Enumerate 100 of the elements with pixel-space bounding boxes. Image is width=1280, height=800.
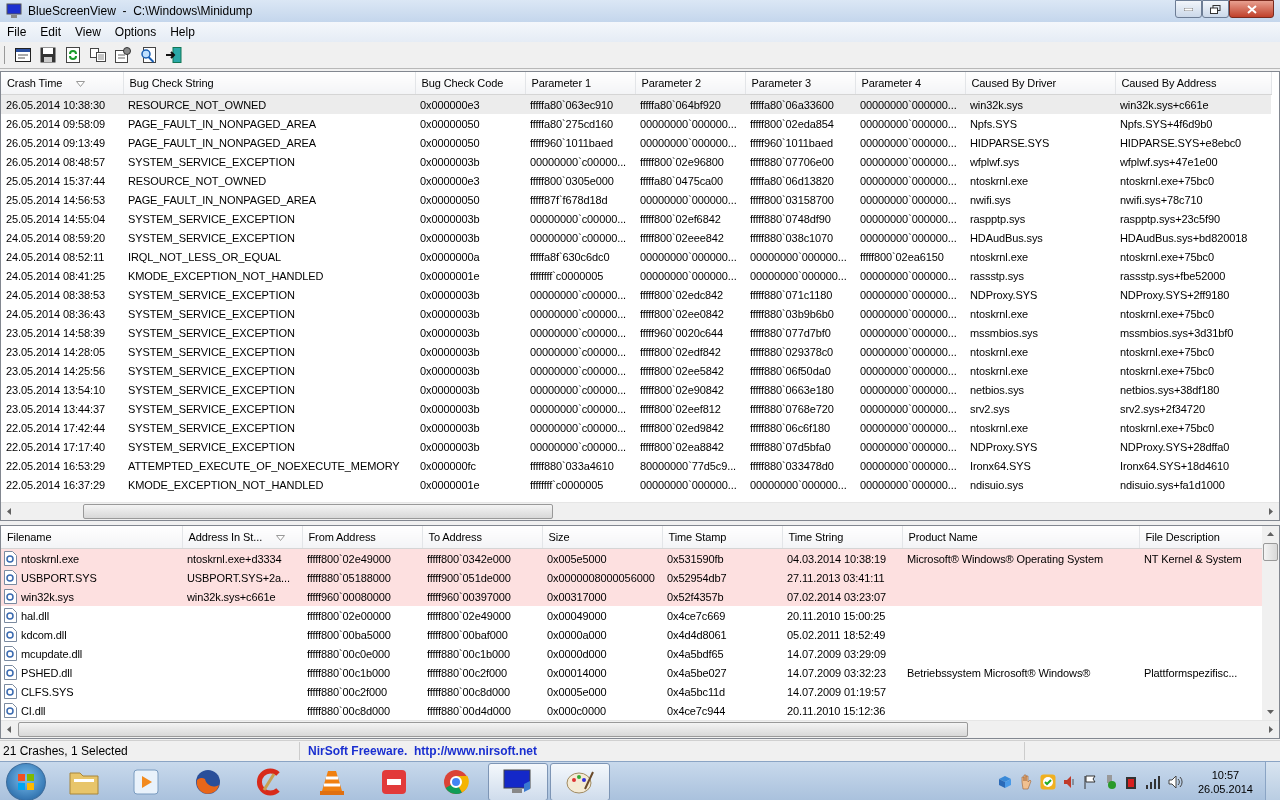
column-header[interactable]: Caused By Driver <box>965 72 1115 95</box>
table-cell-text: fffff800`02eee842 <box>639 230 725 246</box>
table-cell: win32k.sys <box>965 94 1115 114</box>
column-header[interactable]: To Address <box>422 526 542 549</box>
table-cell: Npfs.SYS <box>965 114 1115 133</box>
palette-icon <box>565 769 595 795</box>
table-row[interactable]: PSHED.dll fffff880`00c1b000 fffff880`00c2f000 0x00014000 0x4a5be027 14.07.2009 03:32:23 Betriebssystem Microsoft® Windows® Plattformspezifisc... <box>1 663 1262 682</box>
column-header[interactable]: Time String <box>782 526 902 549</box>
column-header[interactable]: Parameter 1 <box>525 72 635 95</box>
close-button[interactable] <box>1229 0 1274 18</box>
table-row[interactable]: 24.05.2014 08:41:25 KMODE_EXCEPTION_NOT_HANDLED 0x0000001e ffffffff`c0000005 00000000`000000... 00000000`000000... 00000000`000000... rassstp.sys rassstp.sys+fbe52000 <box>1 266 1271 285</box>
table-row[interactable]: 22.05.2014 16:37:29 KMODE_EXCEPTION_NOT_HANDLED 0x0000001e ffffffff`c0000005 00000000`000000... 00000000`000000... 00000000`000000... ndisuio.sys ndisuio.sys+fa1d1000 <box>1 475 1271 494</box>
table-cell: 27.11.2013 03:41:11 <box>787 571 885 584</box>
table-cell-text: SYSTEM_SERVICE_EXCEPTION <box>127 401 296 417</box>
table-cell-text: 00000000`c00000... <box>529 344 628 360</box>
vertical-scrollbar[interactable] <box>1262 526 1279 720</box>
column-header[interactable]: Caused By Address <box>1115 72 1271 95</box>
table-cell-text: rassstp.sys+fbe52000 <box>1119 268 1227 284</box>
table-row[interactable]: 22.05.2014 17:42:44 SYSTEM_SERVICE_EXCEPTION 0x0000003b 00000000`c00000... fffff800`02ed9842 fffff880`06c6f180 00000000`000000... ntoskrnl.exe ntoskrnl.exe+75bc0 <box>1 418 1271 437</box>
table-row[interactable]: mcupdate.dll fffff880`00c0e000 fffff880`00c1b000 0x0000d000 0x4a5bdf65 14.07.2009 03:29:09 <box>1 644 1262 663</box>
taskbar-button[interactable] <box>550 763 610 800</box>
column-header[interactable]: From Address <box>302 526 422 549</box>
table-row[interactable]: 23.05.2014 14:25:56 SYSTEM_SERVICE_EXCEPTION 0x0000003b 00000000`c00000... fffff800`02ee5842 fffff880`06f50da0 00000000`000000... ntoskrnl.exe ntoskrnl.exe+75bc0 <box>1 361 1271 380</box>
table-cell-text: 00000000`000000... <box>859 344 958 360</box>
table-cell-text: 00000000`000000... <box>639 249 738 265</box>
minimize-button[interactable] <box>1175 0 1202 18</box>
column-header[interactable]: File Description <box>1139 526 1262 549</box>
scroll-thumb[interactable] <box>83 504 553 519</box>
table-row[interactable]: 23.05.2014 14:28:05 SYSTEM_SERVICE_EXCEPTION 0x0000003b 00000000`c00000... fffff800`02edf842 fffff880`029378c0 00000000`000000... ntoskrnl.exe ntoskrnl.exe+75bc0 <box>1 342 1271 361</box>
column-header[interactable]: Product Name <box>902 526 1139 549</box>
menu-item[interactable]: File <box>0 23 34 41</box>
table-cell-text: 00000000`000000... <box>859 306 958 322</box>
table-cell-text: ntoskrnl.exe <box>969 420 1030 436</box>
table-row[interactable]: 26.05.2014 10:38:30 RESOURCE_NOT_OWNED 0x000000e3 fffffa80`063ec910 fffffa80`064bf920 fffffa80`06a33600 00000000`000000... win32k.sys win32k.sys+c661e <box>1 94 1271 114</box>
table-cell-text: 25.05.2014 15:37:44 <box>5 173 107 189</box>
horizontal-scrollbar[interactable] <box>1 720 1279 738</box>
table-cell-text: fffff800`02ea8842 <box>639 439 725 455</box>
table-cell: 14.07.2009 03:29:09 <box>787 647 887 660</box>
table-row[interactable]: 24.05.2014 08:52:11 IRQL_NOT_LESS_OR_EQUAL 0x0000000a fffffa8f`630c6dc0 00000000`000000... 00000000`000000... fffff800`02ea6150 ntoskrnl.exe ntoskrnl.exe+75bc0 <box>1 247 1271 266</box>
table-row[interactable]: hal.dll fffff800`02e00000 fffff800`02e49000 0x00049000 0x4ce7c669 20.11.2010 15:00:25 <box>1 606 1262 625</box>
scroll-thumb[interactable] <box>1263 543 1278 561</box>
menu-item[interactable]: View <box>68 23 108 41</box>
column-header[interactable]: Size <box>542 526 662 549</box>
column-header[interactable]: Address In St... <box>182 526 302 549</box>
column-header[interactable]: Bug Check Code <box>415 72 525 95</box>
table-cell: 0x00049000 <box>547 609 607 622</box>
table-row[interactable]: 24.05.2014 08:38:53 SYSTEM_SERVICE_EXCEPTION 0x0000003b 00000000`c00000... fffff800`02edc842 fffff880`071c1180 00000000`000000... NDProxy.SYS NDProxy.SYS+2ff9180 <box>1 285 1271 304</box>
table-row[interactable]: 23.05.2014 14:58:39 SYSTEM_SERVICE_EXCEPTION 0x0000003b 00000000`c00000... fffff960`0020c644 fffff880`077d7bf0 00000000`000000... mssmbios.sys mssmbios.sys+3d31bf0 <box>1 323 1271 342</box>
table-row[interactable]: 22.05.2014 16:53:29 ATTEMPTED_EXECUTE_OF_NOEXECUTE_MEMORY 0x000000fc fffff880`033a4610 80000000`77d5c9... fffff880`033478d0 00000000`000000... Ironx64.SYS Ironx64.SYS+18d4610 <box>1 456 1271 475</box>
table-row[interactable]: kdcom.dll fffff800`00ba5000 fffff800`00baf000 0x0000a000 0x4d4d8061 05.02.2011 18:52:49 <box>1 625 1262 644</box>
table-cell-text: ATTEMPTED_EXECUTE_OF_NOEXECUTE_MEMORY <box>127 458 401 474</box>
menu-item[interactable]: Help <box>163 23 202 41</box>
table-row[interactable]: 25.05.2014 14:55:04 SYSTEM_SERVICE_EXCEPTION 0x0000003b 00000000`c00000... fffff800`02ef6842 fffff880`0748df90 00000000`000000... raspptp.sys raspptp.sys+23c5f90 <box>1 209 1271 228</box>
column-header[interactable]: Parameter 3 <box>745 72 855 95</box>
table-cell: 26.05.2014 10:38:30 <box>1 94 123 114</box>
scroll-thumb[interactable] <box>18 722 968 737</box>
menu-item[interactable]: Edit <box>33 23 69 41</box>
options-button[interactable] <box>112 44 134 66</box>
start-button[interactable] <box>6 763 46 800</box>
table-cell-text: NDProxy.SYS <box>969 439 1039 455</box>
table-row[interactable]: 24.05.2014 08:59:20 SYSTEM_SERVICE_EXCEPTION 0x0000003b 00000000`c00000... fffff800`02eee842 fffff880`038c1070 00000000`000000... HDAudBus.sys HDAudBus.sys+bd820018 <box>1 228 1271 247</box>
column-header[interactable]: Time Stamp <box>662 526 782 549</box>
table-row[interactable]: 24.05.2014 08:36:43 SYSTEM_SERVICE_EXCEPTION 0x0000003b 00000000`c00000... fffff800`02ee0842 fffff880`03b9b6b0 00000000`000000... ntoskrnl.exe ntoskrnl.exe+75bc0 <box>1 304 1271 323</box>
table-cell: fffff800`0342e000 <box>427 552 511 565</box>
column-header[interactable]: Filename <box>1 526 182 549</box>
table-row[interactable]: 26.05.2014 09:58:09 PAGE_FAULT_IN_NONPAGED_AREA 0x00000050 fffffa80`275cd160 00000000`000000... fffff800`02eda854 00000000`000000... Npfs.SYS Npfs.SYS+4f6d9b0 <box>1 114 1271 133</box>
table-cell: win32k.sys <box>21 590 74 603</box>
table-cell-text: 26.05.2014 09:13:49 <box>5 135 107 151</box>
column-header[interactable]: Crash Time <box>1 72 123 95</box>
website-link[interactable]: NirSoft Freeware. http://www.nirsoft.net <box>308 744 537 758</box>
table-row[interactable]: 26.05.2014 09:13:49 PAGE_FAULT_IN_NONPAGED_AREA 0x00000050 fffff960`1011baed 00000000`000000... fffff960`1011baed 00000000`000000... HIDPARSE.SYS HIDPARSE.SYS+e8ebc0 <box>1 133 1271 152</box>
column-header[interactable]: Parameter 2 <box>635 72 745 95</box>
column-header[interactable]: Parameter 4 <box>855 72 965 95</box>
maximize-button[interactable] <box>1202 0 1229 18</box>
table-cell-text: fffff880`071c1180 <box>749 287 834 303</box>
table-row[interactable]: 23.05.2014 13:44:37 SYSTEM_SERVICE_EXCEPTION 0x0000003b 00000000`c00000... fffff800`02eef812 fffff880`0768e720 00000000`000000... srv2.sys srv2.sys+2f34720 <box>1 399 1271 418</box>
clock[interactable]: 10:57 26.05.2014 <box>1197 768 1253 796</box>
table-cell-text: fffff800`0305e000 <box>529 173 615 189</box>
table-row[interactable]: CLFS.SYS fffff880`00c2f000 fffff880`00c8d000 0x0005e000 0x4a5bc11d 14.07.2009 01:19:57 <box>1 682 1262 701</box>
table-row[interactable]: CI.dll fffff880`00c8d000 fffff880`00d4d000 0x000c0000 0x4ce7c944 20.11.2010 15:12:36 <box>1 701 1262 720</box>
table-row[interactable]: 25.05.2014 14:56:53 PAGE_FAULT_IN_NONPAGED_AREA 0x00000050 fffff87f`f678d18d 00000000`000000... fffff800`03158700 00000000`000000... nwifi.sys nwifi.sys+78c710 <box>1 190 1271 209</box>
table-cell: 0x00317000 <box>547 590 607 603</box>
table-row[interactable]: 23.05.2014 13:54:10 SYSTEM_SERVICE_EXCEPTION 0x0000003b 00000000`c00000... fffff800`02e90842 fffff880`0663e180 00000000`000000... netbios.sys netbios.sys+38df180 <box>1 380 1271 399</box>
windows-logo-icon <box>17 773 35 791</box>
table-row[interactable]: 22.05.2014 17:17:40 SYSTEM_SERVICE_EXCEPTION 0x0000003b 00000000`c00000... fffff800`02ea8842 fffff880`07d5bfa0 00000000`000000... NDProxy.SYS NDProxy.SYS+28dffa0 <box>1 437 1271 456</box>
table-cell-text: fffff880`06f50da0 <box>749 363 832 379</box>
column-header[interactable]: Bug Check String <box>123 72 415 95</box>
menu-item[interactable]: Options <box>107 23 164 41</box>
table-row[interactable]: 25.05.2014 15:37:44 RESOURCE_NOT_OWNED 0x000000e3 fffff800`0305e000 fffffa80`0475ca00 fffffa80`06d13820 00000000`000000... ntoskrnl.exe ntoskrnl.exe+75bc0 <box>1 171 1271 190</box>
table-row[interactable]: 26.05.2014 08:48:57 SYSTEM_SERVICE_EXCEPTION 0x0000003b 00000000`c00000... fffff800`02e96800 fffff880`07706e00 00000000`000000... wfplwf.sys wfplwf.sys+47e1e00 <box>1 152 1271 171</box>
table-cell-text: 00000000`000000... <box>859 154 958 170</box>
horizontal-scrollbar[interactable] <box>1 502 1279 520</box>
table-row[interactable]: win32k.sys win32k.sys+c661e fffff960`00080000 fffff960`00397000 0x00317000 0x52f4357b 07.02.2014 03:23:07 <box>1 587 1262 606</box>
table-cell-text: fffff800`02ea6150 <box>859 249 945 265</box>
minimize-icon <box>1184 7 1193 11</box>
table-row[interactable]: ntoskrnl.exe ntoskrnl.exe+d3334 fffff800`02e49000 fffff800`0342e000 0x005e5000 0x531590fb 04.03.2014 10:38:19 Microsoft® Windows® Operating System NT Kernel & System <box>1 548 1262 568</box>
table-cell: CI.dll <box>21 704 46 717</box>
taskbar-button[interactable] <box>488 763 548 800</box>
table-cell-text: mssmbios.sys+3d31bf0 <box>1119 325 1235 341</box>
table-row[interactable]: USBPORT.SYS USBPORT.SYS+2a... fffff880`05188000 fffff900`051de000 0x0000008000056000 0x52954db7 27.11.2013 03:41:11 <box>1 568 1262 587</box>
